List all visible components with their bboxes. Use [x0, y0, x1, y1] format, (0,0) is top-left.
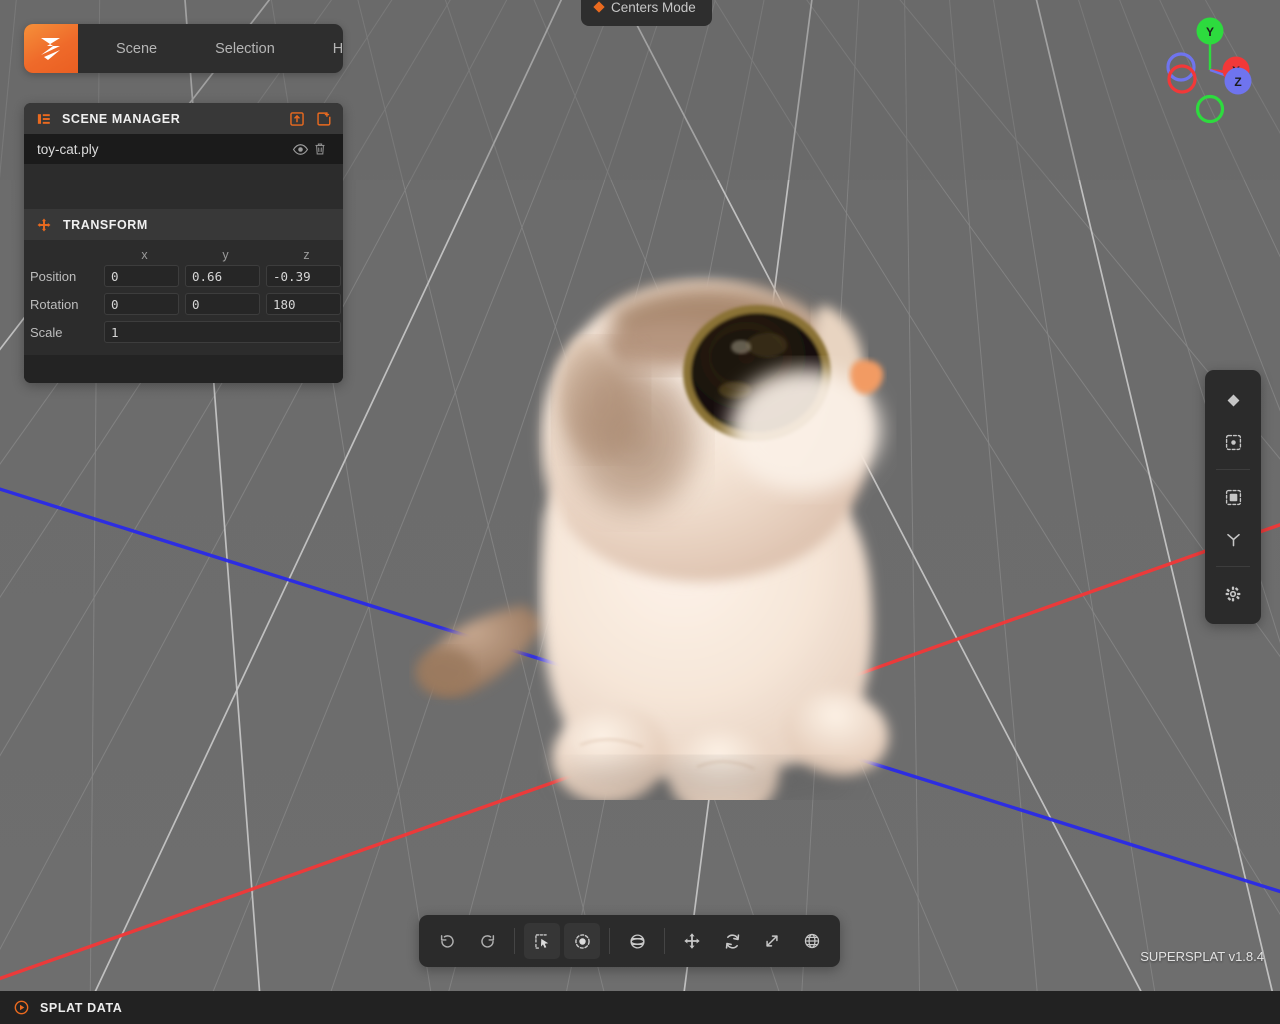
svg-text:Z: Z — [1234, 75, 1241, 89]
supersplat-app: X Z Y Scene Selection Help — [0, 0, 1280, 1024]
splat-data-title: SPLAT DATA — [40, 1000, 123, 1015]
app-logo[interactable] — [24, 24, 78, 73]
coordinate-space-button[interactable] — [794, 923, 830, 959]
brush-select-button[interactable] — [564, 923, 600, 959]
gizmo-neg-y — [1195, 94, 1225, 124]
settings-button[interactable] — [1214, 575, 1252, 613]
redo-button[interactable] — [469, 923, 505, 959]
translate-tool-button[interactable] — [674, 923, 710, 959]
scene-manager-title: SCENE MANAGER — [62, 111, 181, 126]
toolbar-separator-3 — [664, 928, 665, 954]
import-box-arrow-up-icon[interactable] — [288, 110, 306, 128]
transform-axis-headers: x y z — [28, 244, 337, 265]
axis-header-x: x — [141, 247, 148, 262]
camera-focus-button[interactable] — [1214, 423, 1252, 461]
rect-select-button[interactable] — [524, 923, 560, 959]
scale-input[interactable] — [104, 321, 341, 343]
undo-button[interactable] — [429, 923, 465, 959]
move-arrows-icon — [35, 216, 53, 234]
transform-title: TRANSFORM — [63, 217, 148, 232]
circle-play-icon — [14, 1000, 29, 1015]
menu-item-help[interactable]: Help — [323, 24, 343, 73]
trash-icon[interactable] — [310, 139, 330, 159]
centers-mode-label: Centers Mode — [611, 0, 696, 15]
rotate-tool-button[interactable] — [714, 923, 750, 959]
scale-tool-button[interactable] — [754, 923, 790, 959]
scene-item-name: toy-cat.ply — [37, 141, 99, 157]
menu-item-selection[interactable]: Selection — [205, 24, 285, 73]
rail-separator-2 — [1216, 566, 1250, 567]
toolbar-separator-1 — [514, 928, 515, 954]
scene-manager-header: SCENE MANAGER — [24, 103, 343, 134]
tripod-axis-button[interactable] — [1214, 520, 1252, 558]
supersplat-logo-icon — [41, 37, 60, 60]
position-x-input[interactable] — [104, 265, 179, 287]
scene-item-list: toy-cat.ply — [24, 134, 343, 209]
diamond-icon — [593, 1, 605, 13]
scene-list-empty-area[interactable] — [24, 164, 343, 209]
position-z-input[interactable] — [266, 265, 341, 287]
centers-mode-badge[interactable]: Centers Mode — [581, 0, 712, 26]
transform-body: x y z Position Rotation Scale — [24, 240, 343, 355]
scene-manager-panel: SCENE MANAGER toy-cat.ply TRANSFORM x y … — [24, 103, 343, 383]
list-icon — [35, 110, 53, 128]
menu-bar: Scene Selection Help — [24, 24, 343, 73]
eye-icon[interactable] — [290, 139, 310, 159]
axis-gizmo[interactable]: X Z Y — [1150, 10, 1270, 130]
bounding-box-button[interactable] — [1214, 478, 1252, 516]
bottom-toolbar — [419, 915, 840, 967]
splat-data-bar[interactable]: SPLAT DATA — [0, 991, 1280, 1024]
transform-header: TRANSFORM — [24, 209, 343, 240]
new-box-plus-icon[interactable] — [315, 110, 333, 128]
transform-row-rotation: Rotation — [28, 293, 341, 315]
position-y-input[interactable] — [185, 265, 260, 287]
axis-header-z: z — [303, 247, 310, 262]
rotation-y-input[interactable] — [185, 293, 260, 315]
scene-panel-footer — [24, 355, 343, 383]
app-version-label: SUPERSPLAT v1.8.4 — [1140, 949, 1264, 964]
axis-header-y: y — [222, 247, 229, 262]
rotation-z-input[interactable] — [266, 293, 341, 315]
rail-separator-1 — [1216, 469, 1250, 470]
scene-list-item-toy-cat[interactable]: toy-cat.ply — [24, 134, 343, 164]
splat-render-mode-button[interactable] — [1214, 381, 1252, 419]
rotation-label: Rotation — [30, 296, 79, 312]
right-tool-rail — [1205, 370, 1261, 624]
sphere-select-button[interactable] — [619, 923, 655, 959]
toolbar-separator-2 — [609, 928, 610, 954]
position-label: Position — [30, 268, 77, 284]
transform-row-scale: Scale — [28, 321, 341, 343]
transform-row-position: Position — [28, 265, 341, 287]
rotation-x-input[interactable] — [104, 293, 179, 315]
menu-item-scene[interactable]: Scene — [106, 24, 167, 73]
svg-text:Y: Y — [1206, 25, 1214, 39]
scale-label: Scale — [30, 324, 63, 340]
